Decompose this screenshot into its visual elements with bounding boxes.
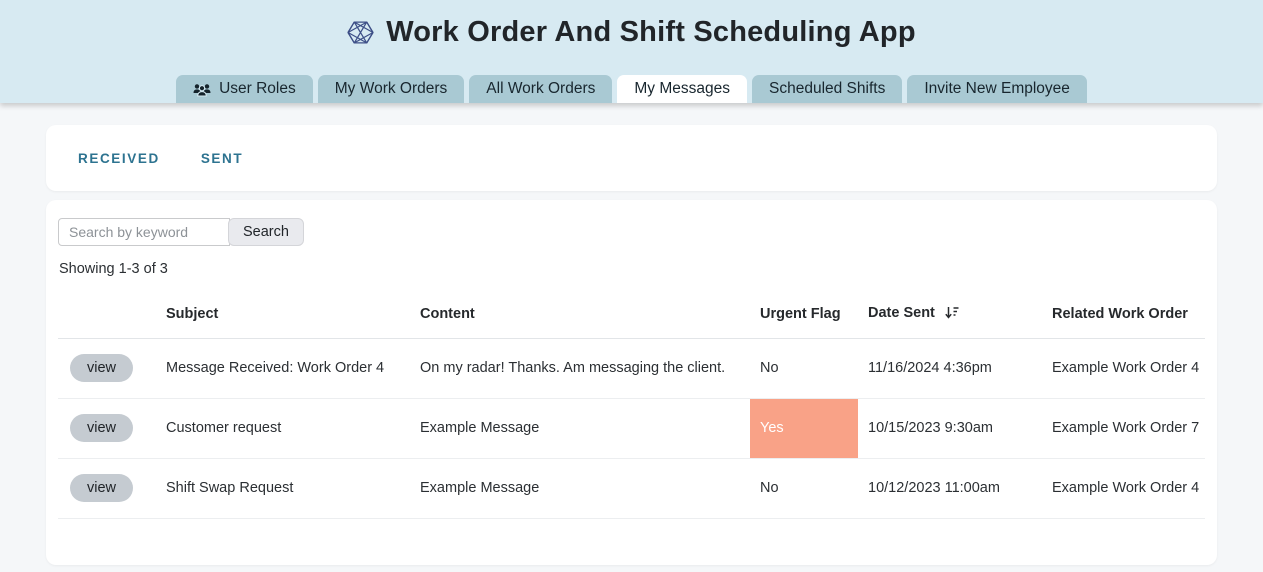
gem-icon <box>347 20 374 45</box>
tab-my-work-orders[interactable]: My Work Orders <box>318 75 465 103</box>
date-sent-cell: 10/12/2023 11:00am <box>858 458 1042 518</box>
action-cell: view <box>58 458 156 518</box>
view-button[interactable]: view <box>70 474 133 502</box>
tab-all-work-orders[interactable]: All Work Orders <box>469 75 612 103</box>
urgent-flag-cell: No <box>750 458 858 518</box>
column-header-urgent-flag: Urgent Flag <box>750 290 858 338</box>
table-row: view Customer request Example Message Ye… <box>58 398 1205 458</box>
column-header-content: Content <box>410 290 750 338</box>
urgent-flag-cell: Yes <box>750 398 858 458</box>
tab-user-roles[interactable]: User Roles <box>176 75 313 103</box>
message-folder-card: RECEIVED SENT <box>46 125 1217 191</box>
view-button[interactable]: view <box>70 354 133 382</box>
column-header-label: Date Sent <box>868 305 935 321</box>
app-header: Work Order And Shift Scheduling App User… <box>0 0 1263 103</box>
tab-label: User Roles <box>219 75 296 103</box>
column-header-date-sent[interactable]: Date Sent <box>858 290 1042 338</box>
content-cell: On my radar! Thanks. Am messaging the cl… <box>410 338 750 398</box>
column-header-subject: Subject <box>156 290 410 338</box>
date-sent-cell: 10/15/2023 9:30am <box>858 398 1042 458</box>
messages-card: Search Showing 1-3 of 3 Subject Content … <box>46 200 1217 565</box>
sort-descending-icon <box>945 306 959 323</box>
search-button[interactable]: Search <box>228 218 304 246</box>
content-cell: Example Message <box>410 398 750 458</box>
messages-table: Subject Content Urgent Flag Date Sent <box>58 290 1205 519</box>
related-work-order-cell: Example Work Order 4 <box>1042 458 1205 518</box>
subtab-sent[interactable]: SENT <box>201 151 243 166</box>
content-cell: Example Message <box>410 458 750 518</box>
column-header-action <box>58 290 156 338</box>
tab-scheduled-shifts[interactable]: Scheduled Shifts <box>752 75 902 103</box>
users-icon <box>193 83 211 97</box>
view-button[interactable]: view <box>70 414 133 442</box>
subject-cell: Message Received: Work Order 4 <box>156 338 410 398</box>
action-cell: view <box>58 338 156 398</box>
urgent-flag-cell: No <box>750 338 858 398</box>
tab-invite-new-employee[interactable]: Invite New Employee <box>907 75 1087 103</box>
table-header-row: Subject Content Urgent Flag Date Sent <box>58 290 1205 338</box>
page-title: Work Order And Shift Scheduling App <box>386 16 916 49</box>
tab-my-messages[interactable]: My Messages <box>617 75 747 103</box>
date-sent-cell: 11/16/2024 4:36pm <box>858 338 1042 398</box>
title-row: Work Order And Shift Scheduling App <box>0 0 1263 49</box>
subtab-received[interactable]: RECEIVED <box>78 151 160 166</box>
table-row: view Shift Swap Request Example Message … <box>58 458 1205 518</box>
search-row: Search <box>58 218 1205 246</box>
tab-bar: User Roles My Work Orders All Work Order… <box>0 75 1263 103</box>
action-cell: view <box>58 398 156 458</box>
results-summary: Showing 1-3 of 3 <box>58 261 1205 277</box>
related-work-order-cell: Example Work Order 4 <box>1042 338 1205 398</box>
main-content: RECEIVED SENT Search Showing 1-3 of 3 Su… <box>0 125 1263 565</box>
search-input[interactable] <box>58 218 230 246</box>
column-header-related-work-order: Related Work Order <box>1042 290 1205 338</box>
related-work-order-cell: Example Work Order 7 <box>1042 398 1205 458</box>
table-row: view Message Received: Work Order 4 On m… <box>58 338 1205 398</box>
subject-cell: Customer request <box>156 398 410 458</box>
subject-cell: Shift Swap Request <box>156 458 410 518</box>
